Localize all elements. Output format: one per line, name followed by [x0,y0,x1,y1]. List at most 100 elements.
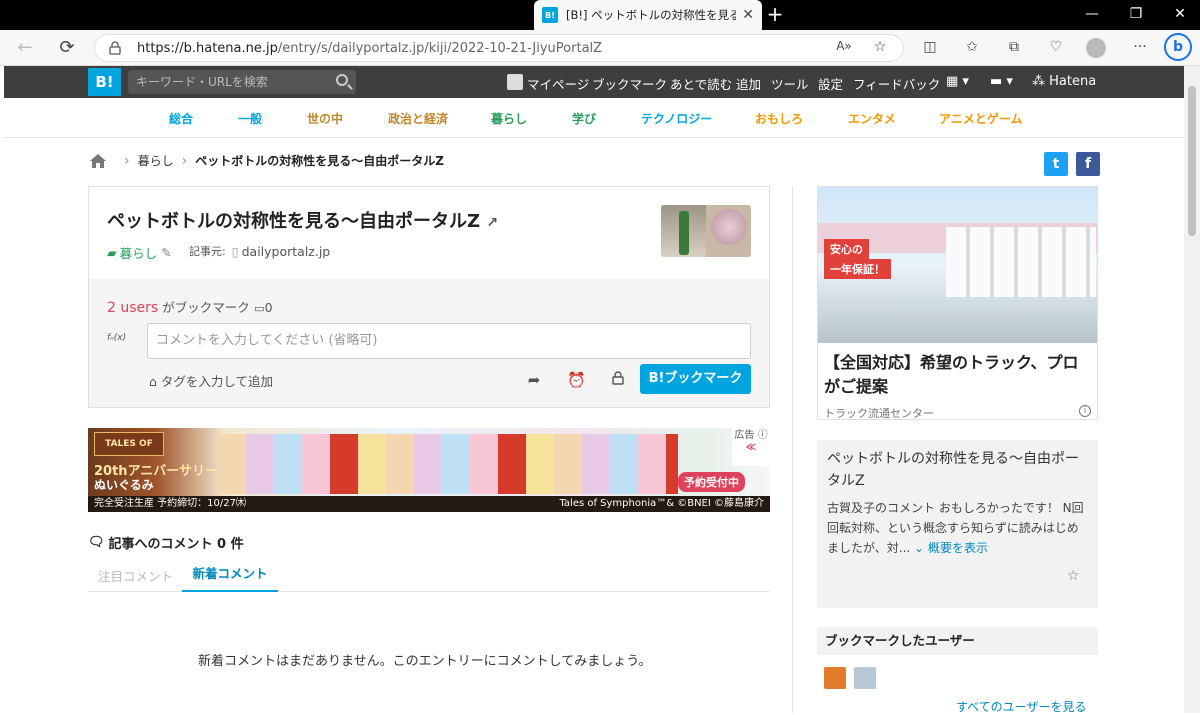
source-link[interactable]: dailyportalz.jp [242,244,331,259]
summary-body: 古賀及子のコメント おもしろかったです！ N回回転対称、という概念すら知らずに読… [827,501,1084,555]
ad-banner[interactable]: TALES OF 20thアニバーサリー ぬいぐるみ 予約受付中 完全受注生産 … [88,428,770,512]
profile-avatar-icon[interactable] [1086,38,1106,58]
user-avatar-2[interactable] [854,667,876,689]
search-placeholder: キーワード・URLを検索 [136,75,268,89]
nav-bookmark[interactable]: ブックマーク [592,74,667,93]
favorite-star-icon[interactable]: ☆ [870,39,890,57]
split-screen-icon[interactable]: ◫ [920,39,940,57]
category-item[interactable]: エンタメ [848,110,896,127]
address-bar[interactable]: https://b.hatena.ne.jp/entry/s/dailyport… [94,34,904,62]
star-icon[interactable]: ☆ [1067,568,1080,584]
ad-game-logo: TALES OF [94,432,164,456]
category-item[interactable]: 世の中 [307,110,343,127]
empty-comments-message: 新着コメントはまだありません。このエントリーにコメントしてみましょう。 [198,654,652,669]
browser-titlebar: B! [B!] ペットボトルの対称性を見る～自由ポータルZ ✕ + — ❐ ✕ [0,0,1200,30]
close-tab-icon[interactable]: ✕ [742,7,754,23]
breadcrumb-category[interactable]: 暮らし [138,152,174,169]
entry-thumbnail[interactable] [661,205,751,257]
home-icon[interactable] [90,153,106,168]
category-item[interactable]: おもしろ [755,110,803,127]
new-tab-icon[interactable]: + [764,4,786,26]
private-lock-icon[interactable] [609,371,627,389]
share-icon[interactable]: ➦ [525,371,543,389]
comment-bubble-icon: 🗨 [88,535,105,550]
category-bar: 総合 一般 世の中 政治と経済 暮らし 学び テクノロジー おもしろ エンタメ … [4,98,1184,138]
entry-summary-box: ペットボトルの対称性を見る～自由ポータルZ 古賀及子のコメント おもしろかったで… [817,440,1098,608]
category-item[interactable]: 総合 [169,110,193,127]
browser-essentials-icon[interactable]: ♡ [1046,39,1066,57]
nav-feedback[interactable]: フィードバック [853,74,940,93]
comment-tabs: 注目コメント 新着コメント [88,560,770,592]
comment-bubble-icon: ▭ [254,302,265,315]
bookmark-button[interactable]: B!ブックマーク [640,364,751,394]
ad-badge-1: 安心の [824,239,869,259]
nav-read-later[interactable]: あとで読む [670,74,732,93]
user-avatar-1[interactable] [824,667,846,689]
nav-mypage[interactable]: マイページ [527,74,589,93]
ad-footer: 完全受注生産 予約締切：10/27㈭ Tales of Symphonia™& … [88,496,770,512]
search-icon[interactable] [336,74,348,86]
category-item[interactable]: 学び [572,110,596,127]
summary-title: ペットボトルの対称性を見る～自由ポータルZ [827,451,1079,489]
hatena-header: B! キーワード・URLを検索 マイページ ブックマーク あとで読む 追加 ツー… [4,66,1184,98]
restore-icon[interactable]: ❐ [1126,6,1146,24]
browser-tab[interactable]: B! [B!] ペットボトルの対称性を見る～自由ポータルZ ✕ [534,0,762,30]
search-input[interactable]: キーワード・URLを検索 [128,70,356,94]
favorites-icon[interactable]: ✩ [962,39,982,57]
sidebar-ad[interactable]: 安心の 一年保証！ 【全国対応】希望のトラック、プロがご提案 トラック流通センタ… [817,186,1098,420]
ad-line2: ぬいぐるみ [94,478,154,492]
hatena-brand-link[interactable]: ⁂ Hatena [1032,74,1096,89]
ad-label[interactable]: 広告 ⓘ ≪ [732,428,770,466]
category-item[interactable]: テクノロジー [641,110,712,127]
url-host: https://b.hatena.ne.jp [137,40,278,56]
apps-grid-icon[interactable]: ▦ ▾ [946,74,969,89]
edit-pencil-icon[interactable]: ✎ [161,245,171,260]
category-item[interactable]: 暮らし [491,110,527,127]
comment-input[interactable]: コメントを入力してください (省略可) [147,323,751,359]
minimize-icon[interactable]: — [1082,6,1102,24]
tag-add-link[interactable]: ⌂ タグを入力して追加 [149,371,273,390]
ad-info-icon: ⓘ [757,430,768,441]
ad-info-icon[interactable]: i [1079,405,1091,417]
category-item[interactable]: 政治と経済 [388,110,448,127]
all-users-link[interactable]: すべてのユーザーを見る [956,698,1086,715]
users-count[interactable]: 2 users [107,300,158,316]
nav-settings[interactable]: 設定 [818,74,843,93]
entry-category[interactable]: ▰ 暮らし ✎ [107,243,172,262]
browser-toolbar: ← ⟳ https://b.hatena.ne.jp/entry/s/daily… [0,30,1200,66]
bookmark-users-heading: ブックマークしたユーザー [817,627,1098,655]
back-icon[interactable]: ← [14,38,36,60]
category-item[interactable]: アニメとゲーム [939,110,1022,127]
twitter-icon[interactable]: t [1044,152,1068,176]
tab-featured-comments[interactable]: 注目コメント [98,566,173,585]
facebook-icon[interactable]: f [1076,152,1100,176]
category-item[interactable]: 一般 [238,110,262,127]
page-scrollbar[interactable] [1184,66,1200,713]
entry-source: 記事元: ▯ dailyportalz.jp [189,243,331,259]
user-avatar-icon[interactable] [507,74,523,90]
tag-icon: ⌂ [149,374,157,389]
scrollbar-thumb[interactable] [1188,86,1196,236]
show-summary-link[interactable]: ⌄ 概要を表示 [914,541,988,555]
hatena-brand: Hatena [1049,74,1097,89]
external-link-icon[interactable]: ↗ [486,215,498,231]
refresh-icon[interactable]: ⟳ [56,38,78,60]
close-window-icon[interactable]: ✕ [1170,6,1190,24]
notification-icon[interactable]: ▬ ▾ [990,74,1013,89]
nav-tools[interactable]: ツール [771,74,809,93]
tab-new-comments[interactable]: 新着コメント [182,560,278,592]
more-menu-icon[interactable]: ··· [1130,39,1150,57]
bing-chat-icon[interactable]: b [1164,33,1192,61]
read-later-alarm-icon[interactable]: ⏰ [567,371,586,389]
hatena-bookmark-logo[interactable]: B! [88,68,121,96]
comments-heading: 🗨 記事へのコメント 0 件 [88,535,244,552]
ad-badge: 予約受付中 [678,472,745,492]
read-aloud-icon[interactable]: A» [834,39,854,57]
ad-sponsor: トラック流通センター [824,407,934,420]
entry-card: ペットボトルの対称性を見る～自由ポータルZ ↗ ▰ 暮らし ✎ 記事元: ▯ d… [88,186,770,408]
ad-headline[interactable]: 【全国対応】希望のトラック、プロがご提案 [824,351,1094,399]
breadcrumb-current: ペットボトルの対称性を見る～自由ポータルZ [195,154,444,168]
nav-add[interactable]: 追加 [736,74,761,93]
collections-icon[interactable]: ⧉ [1004,39,1024,57]
entry-title[interactable]: ペットボトルの対称性を見る～自由ポータルZ ↗ [107,207,498,233]
